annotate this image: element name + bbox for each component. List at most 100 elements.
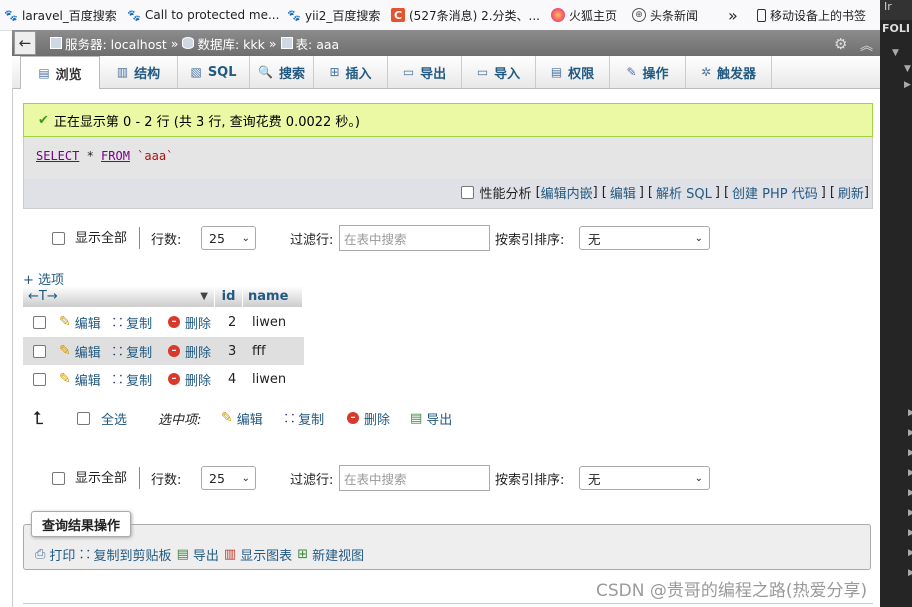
expand-arrow-icon[interactable]: ▶ [908,468,912,478]
expand-arrow-icon[interactable]: ▶ [908,448,912,458]
row-edit-button[interactable]: ✎ 编辑 [59,342,101,361]
delete-icon: – [347,412,359,424]
row-delete-button[interactable]: – 删除 [168,313,211,332]
gear-icon[interactable]: ⚙ [834,35,847,53]
selected-edit-button[interactable]: ✎ 编辑 [221,405,263,431]
row-copy-button[interactable]: ⸬ 复制 [113,342,152,361]
bookmark-item[interactable]: ⊕ 头条新闻 [632,6,698,24]
selected-export-button[interactable]: ▤ 导出 [410,405,452,431]
server-icon [50,37,62,49]
cell-id[interactable]: 2 [228,315,236,330]
row-delete-button[interactable]: – 删除 [168,370,211,389]
explain-sql-link[interactable]: 解析 SQL [656,183,712,202]
cell-name[interactable]: fff [252,344,266,359]
row-edit-label: 编辑 [74,373,101,389]
row-checkbox[interactable] [33,315,46,329]
tab-sql[interactable]: ▧ SQL [178,56,250,88]
sql-keyword-from[interactable]: FROM [101,149,130,163]
bookmarks-more-button[interactable]: » [728,6,738,25]
sort-select[interactable]: 无 ⌄ [579,466,710,490]
expand-arrow-icon[interactable]: ▶ [908,548,912,558]
row-edit-button[interactable]: ✎ 编辑 [59,370,101,389]
edit-inline-link[interactable]: 编辑内嵌 [541,183,593,202]
edit-link[interactable]: 编辑 [610,183,636,202]
show-all-checkbox[interactable] [52,471,65,485]
print-button[interactable]: ⎙ 打印 [35,545,75,564]
export-icon: ▭ [402,65,415,79]
column-arrows[interactable]: ←T→ [28,289,58,304]
tab-operations[interactable]: ✎ 操作 [610,56,686,88]
expand-arrow-icon[interactable]: ▶ [908,408,912,418]
column-header-id[interactable]: id [215,286,243,307]
bookmark-item[interactable]: C (527条消息) 2.分类、... [391,6,540,24]
filter-input[interactable]: 在表中搜索 [339,225,490,251]
collapse-arrow-icon[interactable]: ▼ [892,48,899,58]
collapse-up-icon[interactable]: ︽ [860,35,873,54]
sort-select[interactable]: 无 ⌄ [579,226,710,250]
expand-arrow-icon[interactable]: ▶ [908,488,912,498]
export-label: 导出 [192,549,219,564]
collapse-arrow-icon[interactable]: ▼ [904,64,911,74]
sql-keyword-select[interactable]: SELECT [36,149,79,163]
select-all-checkbox[interactable] [77,411,90,425]
checkmark-icon: ✔ [38,112,49,128]
column-dropdown-icon[interactable]: ▼ [200,291,208,302]
bookmark-item[interactable]: 移动设备上的书签 [757,6,866,24]
row-checkbox[interactable] [33,344,46,358]
row-delete-button[interactable]: – 删除 [168,342,211,361]
row-copy-button[interactable]: ⸬ 复制 [113,313,152,332]
create-php-link[interactable]: 创建 PHP 代码 [732,183,818,202]
selected-copy-button[interactable]: ⸬ 复制 [285,405,324,431]
arrow-up-left-icon: ⮤ [33,407,44,429]
display-chart-button[interactable]: ▥ 显示图表 [224,545,292,564]
tab-search[interactable]: 🔍 搜索 [250,56,314,88]
row-checkbox[interactable] [33,372,46,386]
breadcrumb-server[interactable]: 服务器: localhost [65,34,167,53]
row-copy-button[interactable]: ⸬ 复制 [113,370,152,389]
expand-arrow-icon[interactable]: ▶ [908,508,912,518]
tab-structure[interactable]: ▥ 结构 [100,56,178,88]
panel-tab[interactable]: Ir [880,0,912,20]
bookmark-item[interactable]: 🐾 laravel_百度搜索 [4,6,117,24]
bookmark-item[interactable]: 🐾 Call to protected me... [127,6,279,24]
chevron-down-icon: ⌄ [241,472,250,484]
expand-arrow-icon[interactable]: ▶ [908,428,912,438]
create-view-button[interactable]: ⊞ 新建视图 [297,545,364,564]
selected-delete-button[interactable]: – 删除 [347,405,390,431]
column-header-name[interactable]: name [243,286,303,307]
tab-insert[interactable]: ⊞ 插入 [314,56,388,88]
sql-query[interactable]: SELECT * FROM `aaa` [36,149,173,163]
insert-icon: ⊞ [329,65,340,79]
bookmark-item[interactable]: 火狐主页 [551,6,617,24]
tab-privileges[interactable]: ▤ 权限 [536,56,610,88]
refresh-link[interactable]: 刷新 [838,183,864,202]
cell-id[interactable]: 3 [228,344,236,359]
tab-browse[interactable]: ▤ 浏览 [20,56,100,89]
cell-name[interactable]: liwen [252,315,286,330]
row-edit-button[interactable]: ✎ 编辑 [59,313,101,332]
profiling-checkbox[interactable] [460,186,474,199]
rows-select[interactable]: 25 ⌄ [201,466,256,490]
bookmark-item[interactable]: 🐾 yii2_百度搜索 [287,6,380,24]
chevron-down-icon: ⌄ [694,232,703,244]
expand-arrow-icon[interactable]: ▶ [904,80,911,90]
back-arrow-icon[interactable]: ← [14,31,36,55]
export-button[interactable]: ▤ 导出 [177,545,219,564]
select-all-label[interactable]: 全选 [101,405,127,431]
tab-triggers[interactable]: ✲ 触发器 [686,56,772,88]
content-border [12,88,13,607]
expand-arrow-icon[interactable]: ▶ [908,528,912,538]
expand-arrow-icon[interactable]: ▶ [908,568,912,578]
filter-input[interactable]: 在表中搜索 [339,465,490,491]
copy-clipboard-button[interactable]: ⸬ 复制到剪贴板 [80,545,171,564]
rows-select[interactable]: 25 ⌄ [201,226,256,250]
cell-id[interactable]: 4 [228,372,236,387]
selected-edit-label: 编辑 [236,412,263,428]
watermark: CSDN @贵哥的编程之路(热爱分享) [596,581,868,601]
cell-name[interactable]: liwen [252,372,286,387]
tab-import[interactable]: ▭ 导入 [462,56,536,88]
breadcrumb-database[interactable]: 数据库: kkk [197,34,264,53]
tab-export[interactable]: ▭ 导出 [388,56,462,88]
show-all-checkbox[interactable] [52,231,65,245]
breadcrumb-table[interactable]: 表: aaa [296,34,340,53]
